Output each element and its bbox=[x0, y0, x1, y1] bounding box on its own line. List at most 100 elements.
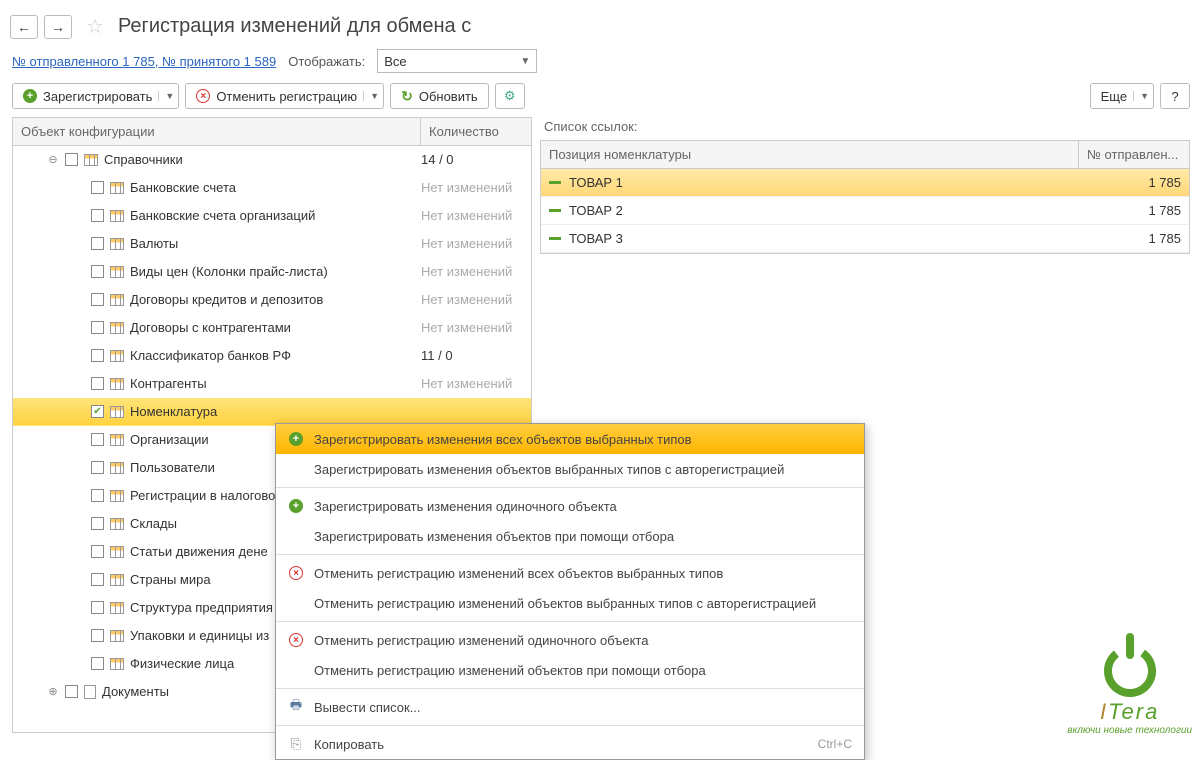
print-icon: 🖶 bbox=[290, 696, 302, 718]
nav-forward-button[interactable]: → bbox=[44, 15, 72, 39]
sent-received-link[interactable]: № отправленного 1 785, № принятого 1 589 bbox=[12, 54, 276, 69]
register-button[interactable]: + Зарегистрировать ▼ bbox=[12, 83, 179, 109]
tree-item[interactable]: Виды цен (Колонки прайс-листа) Нет измен… bbox=[13, 258, 531, 286]
context-menu-item[interactable]: Зарегистрировать изменения объектов выбр… bbox=[276, 454, 864, 484]
catalog-icon bbox=[110, 350, 124, 362]
context-menu-item[interactable]: ⎘ Копировать Ctrl+C bbox=[276, 729, 864, 759]
context-menu-item[interactable]: × Отменить регистрацию изменений одиночн… bbox=[276, 625, 864, 655]
context-menu-item[interactable]: 🖶 Вывести список... bbox=[276, 692, 864, 722]
refresh-icon: ↻ bbox=[401, 88, 413, 105]
tree-root-catalogs[interactable]: ⊖ Справочники 14 / 0 bbox=[13, 146, 531, 174]
display-select[interactable]: Все ▼ bbox=[377, 49, 537, 73]
col-sent-header[interactable]: № отправлен... bbox=[1079, 141, 1189, 168]
table-row[interactable]: ТОВАР 1 1 785 bbox=[541, 169, 1189, 197]
checkbox[interactable] bbox=[91, 321, 104, 334]
catalog-icon bbox=[110, 658, 124, 670]
tree-item[interactable]: Контрагенты Нет изменений bbox=[13, 370, 531, 398]
tree-item-label: Структура предприятия bbox=[130, 600, 273, 615]
col-object-header[interactable]: Объект конфигурации bbox=[13, 118, 421, 145]
context-menu-item[interactable]: Отменить регистрацию изменений объектов … bbox=[276, 655, 864, 685]
collapse-icon[interactable]: ⊖ bbox=[47, 153, 59, 166]
tree-item-label: Договоры с контрагентами bbox=[130, 320, 291, 335]
checkbox[interactable] bbox=[91, 293, 104, 306]
tree-item[interactable]: Валюты Нет изменений bbox=[13, 230, 531, 258]
cancel-icon: × bbox=[289, 633, 303, 647]
tree-item-count: Нет изменений bbox=[421, 264, 531, 279]
expand-icon[interactable]: ⊕ bbox=[47, 685, 59, 698]
checkbox[interactable] bbox=[91, 377, 104, 390]
tree-item[interactable]: ✔ Номенклатура bbox=[13, 398, 531, 426]
tree-item[interactable]: Банковские счета организаций Нет изменен… bbox=[13, 202, 531, 230]
context-menu-item[interactable]: + Зарегистрировать изменения всех объект… bbox=[276, 424, 864, 454]
plus-icon: + bbox=[289, 499, 303, 513]
col-position-header[interactable]: Позиция номенклатуры bbox=[541, 141, 1079, 168]
context-menu-item[interactable]: Отменить регистрацию изменений объектов … bbox=[276, 588, 864, 618]
tree-item-label: Регистрации в налогово bbox=[130, 488, 275, 503]
refresh-button[interactable]: ↻ Обновить bbox=[390, 83, 489, 109]
checkbox[interactable] bbox=[91, 601, 104, 614]
favorite-icon[interactable]: ☆ bbox=[86, 14, 104, 39]
catalog-icon bbox=[110, 210, 124, 222]
catalog-icon bbox=[110, 462, 124, 474]
context-menu-item[interactable]: × Отменить регистрацию изменений всех об… bbox=[276, 558, 864, 588]
tree-item[interactable]: Договоры с контрагентами Нет изменений bbox=[13, 314, 531, 342]
context-menu-item[interactable]: Зарегистрировать изменения объектов при … bbox=[276, 521, 864, 551]
tree-item-label: Виды цен (Колонки прайс-листа) bbox=[130, 264, 328, 279]
menu-separator bbox=[276, 554, 864, 555]
checkbox[interactable] bbox=[91, 181, 104, 194]
menu-item-label: Отменить регистрацию изменений всех объе… bbox=[314, 566, 842, 581]
item-icon bbox=[549, 237, 561, 240]
menu-separator bbox=[276, 621, 864, 622]
tree-item-label: Банковские счета bbox=[130, 180, 236, 195]
chevron-down-icon[interactable]: ▼ bbox=[1133, 91, 1149, 101]
tree-item-count: Нет изменений bbox=[421, 376, 531, 391]
menu-item-label: Вывести список... bbox=[314, 700, 842, 715]
context-menu-item[interactable]: + Зарегистрировать изменения одиночного … bbox=[276, 491, 864, 521]
help-button[interactable]: ? bbox=[1160, 83, 1190, 109]
table-row[interactable]: ТОВАР 3 1 785 bbox=[541, 225, 1189, 253]
checkbox[interactable] bbox=[91, 209, 104, 222]
display-label: Отображать: bbox=[288, 54, 365, 69]
item-icon bbox=[549, 181, 561, 184]
menu-item-label: Копировать bbox=[314, 737, 808, 752]
checkbox[interactable] bbox=[91, 573, 104, 586]
item-name: ТОВАР 3 bbox=[569, 231, 623, 246]
tree-item[interactable]: Классификатор банков РФ 11 / 0 bbox=[13, 342, 531, 370]
tree-item-count: 11 / 0 bbox=[421, 348, 531, 363]
menu-item-label: Зарегистрировать изменения всех объектов… bbox=[314, 432, 842, 447]
tree-item-label: Страны мира bbox=[130, 572, 211, 587]
checkbox[interactable] bbox=[91, 629, 104, 642]
checkbox[interactable] bbox=[91, 349, 104, 362]
tree-item[interactable]: Банковские счета Нет изменений bbox=[13, 174, 531, 202]
menu-item-label: Зарегистрировать изменения объектов выбр… bbox=[314, 462, 842, 477]
checkbox[interactable] bbox=[91, 489, 104, 502]
more-button[interactable]: Еще ▼ bbox=[1090, 83, 1154, 109]
cancel-registration-button[interactable]: × Отменить регистрацию ▼ bbox=[185, 83, 384, 109]
chevron-down-icon[interactable]: ▼ bbox=[158, 91, 174, 101]
nav-back-button[interactable]: ← bbox=[10, 15, 38, 39]
checkbox[interactable] bbox=[91, 433, 104, 446]
checkbox[interactable] bbox=[91, 545, 104, 558]
tree-item[interactable]: Договоры кредитов и депозитов Нет измене… bbox=[13, 286, 531, 314]
catalog-icon bbox=[110, 238, 124, 250]
menu-item-label: Отменить регистрацию изменений одиночног… bbox=[314, 633, 842, 648]
item-number: 1 785 bbox=[1079, 231, 1189, 246]
link-tool-button[interactable]: ⚙ bbox=[495, 83, 525, 109]
checkbox[interactable] bbox=[91, 517, 104, 530]
checkbox[interactable] bbox=[91, 461, 104, 474]
tree-item-count: Нет изменений bbox=[421, 292, 531, 307]
checkbox[interactable] bbox=[91, 237, 104, 250]
checkbox[interactable] bbox=[91, 265, 104, 278]
menu-separator bbox=[276, 725, 864, 726]
catalog-icon bbox=[110, 490, 124, 502]
checkbox[interactable]: ✔ bbox=[91, 405, 104, 418]
chevron-down-icon[interactable]: ▼ bbox=[363, 91, 379, 101]
checkbox[interactable] bbox=[65, 153, 78, 166]
checkbox[interactable] bbox=[91, 657, 104, 670]
tree-item-count: Нет изменений bbox=[421, 180, 531, 195]
menu-item-label: Отменить регистрацию изменений объектов … bbox=[314, 596, 842, 611]
document-icon bbox=[84, 685, 96, 699]
col-count-header[interactable]: Количество bbox=[421, 118, 531, 145]
table-row[interactable]: ТОВАР 2 1 785 bbox=[541, 197, 1189, 225]
checkbox[interactable] bbox=[65, 685, 78, 698]
